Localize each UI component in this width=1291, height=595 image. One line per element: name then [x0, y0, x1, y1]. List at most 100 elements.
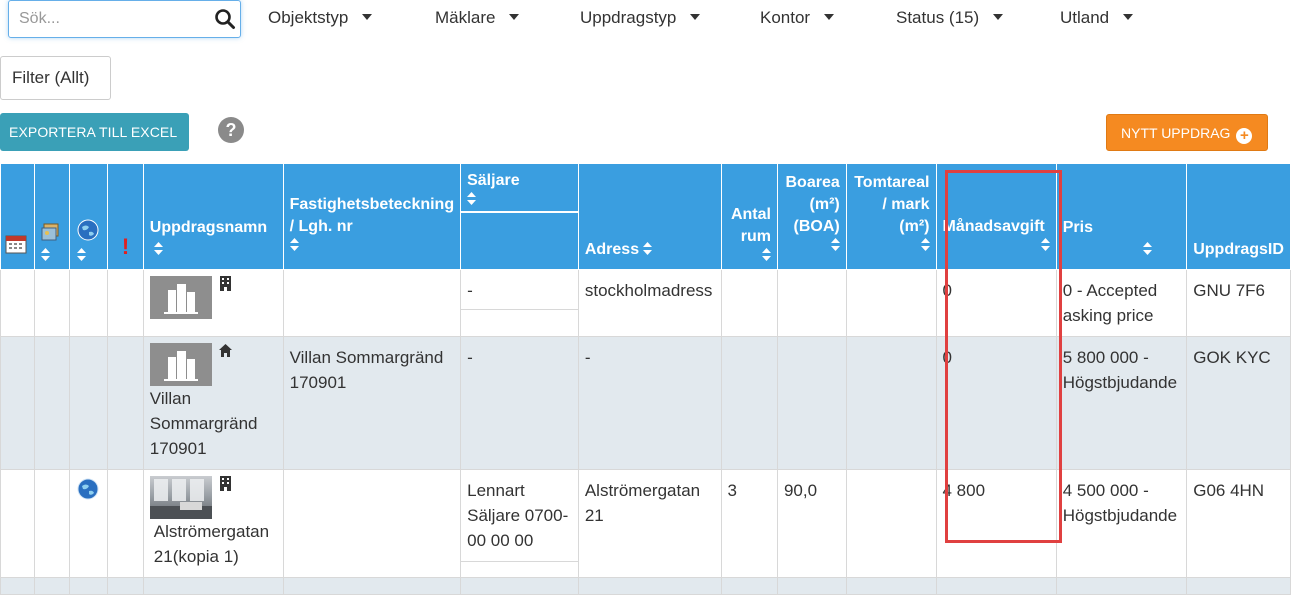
filter-label: Mäklare — [435, 8, 496, 27]
new-assignment-label: NYTT UPPDRAG — [1121, 125, 1231, 141]
cell-assignment-name[interactable] — [142, 269, 284, 337]
cell-id: GOK KYC — [1186, 336, 1291, 470]
chevron-down-icon — [824, 14, 835, 20]
cell-property — [282, 269, 462, 337]
chevron-down-icon — [509, 14, 520, 20]
globe-icon — [77, 219, 99, 241]
cell-plot-area — [845, 336, 937, 470]
col-seller[interactable]: Säljare — [460, 163, 579, 270]
new-assignment-button[interactable]: NYTT UPPDRAG + — [1106, 114, 1268, 151]
col-monthly-fee[interactable]: Månadsavgift — [935, 163, 1057, 270]
globe-icon — [77, 478, 99, 500]
col-property[interactable]: Fastighetsbeteckning / Lgh. nr — [282, 163, 462, 270]
assignments-table: ! Uppdragsnamn Fastighetsbeteckning / Lg… — [0, 163, 1291, 595]
cell-seller: Lennart Säljare 0700-00 00 00 — [460, 469, 579, 578]
calendar-icon — [5, 235, 27, 254]
seller-value: - — [461, 270, 578, 310]
seller-value: Lennart Säljare 0700-00 00 00 — [461, 470, 578, 562]
cell-seller: - — [460, 336, 579, 470]
col-calendar[interactable] — [0, 163, 35, 270]
exclamation-icon: ! — [121, 234, 130, 259]
cell-rooms: 3 — [720, 469, 778, 578]
building-thumbnail[interactable] — [149, 343, 212, 386]
filter-label: Status (15) — [896, 8, 980, 27]
filter-objektstyp[interactable]: Objektstyp — [268, 8, 373, 28]
cell-plot-area — [845, 469, 937, 578]
col-photo[interactable] — [33, 163, 71, 270]
filter-status[interactable]: Status (15) — [896, 8, 1004, 28]
svg-text:?: ? — [226, 120, 237, 140]
filter-maklare[interactable]: Mäklare — [435, 8, 520, 28]
sort-icon — [289, 238, 299, 251]
sort-icon — [153, 242, 163, 255]
cell-price: 0 - Accepted asking price — [1055, 269, 1188, 337]
sort-icon[interactable] — [40, 248, 50, 261]
cell-monthly-fee: 0 — [935, 336, 1057, 470]
cell-plot-area — [845, 269, 937, 337]
cell-property: Villan Sommargränd 170901 — [282, 336, 462, 470]
header-monthly-fee: Månadsavgift — [942, 218, 1045, 235]
cell-assignment-name[interactable]: Alströmergatan 21(kopia 1) — [142, 469, 284, 578]
cell-assignment-name[interactable]: Villan Sommargränd 170901 — [142, 336, 284, 470]
filter-utland[interactable]: Utland — [1060, 8, 1134, 28]
filter-label: Utland — [1060, 8, 1110, 27]
search-box[interactable] — [8, 0, 241, 38]
plus-circle-icon: + — [1236, 128, 1253, 144]
table-row[interactable]: Villan Sommargränd 170901 Villan Sommarg… — [0, 336, 1291, 470]
cell-property — [282, 469, 462, 578]
chevron-down-icon — [362, 14, 373, 20]
col-address[interactable]: Adress — [577, 163, 722, 270]
col-price[interactable]: Pris — [1055, 163, 1188, 270]
filter-kontor[interactable]: Kontor — [760, 8, 835, 28]
col-living-area[interactable]: Boarea (m²) (BOA) — [776, 163, 847, 270]
header-seller: Säljare — [467, 172, 520, 189]
cell-rooms — [720, 336, 778, 470]
table-row[interactable]: - stockholmadress 0 0 - Accepted asking … — [0, 269, 1291, 337]
col-globe[interactable] — [69, 163, 109, 270]
header-rooms: Antal rum — [730, 206, 771, 245]
filter-all-button[interactable]: Filter (Allt) — [0, 56, 111, 100]
cell-monthly-fee: 4 800 — [935, 469, 1057, 578]
search-icon[interactable] — [214, 8, 236, 30]
cell-id: GNU 7F6 — [1186, 269, 1291, 337]
cell-price: 5 800 000 - Högstbjudande — [1055, 336, 1188, 470]
col-plot-area[interactable]: Tomtareal / mark (m²) — [845, 163, 937, 270]
assignment-name: Alströmergatan 21(kopia 1) — [153, 522, 270, 566]
cell-price: 4 500 000 - Högstbjudande — [1055, 469, 1188, 578]
cell-living-area: 90,0 — [776, 469, 847, 578]
help-icon[interactable]: ? — [217, 116, 245, 144]
cell-seller: - — [460, 269, 579, 337]
building-thumbnail[interactable] — [149, 276, 212, 319]
building-icon — [219, 276, 231, 291]
search-input[interactable] — [19, 9, 199, 29]
col-alert[interactable]: ! — [107, 163, 144, 270]
sort-icon — [1142, 242, 1152, 255]
cell-address: - — [577, 336, 722, 470]
table-row — [0, 577, 1291, 595]
photo-icon — [41, 223, 59, 241]
sort-icon — [920, 238, 930, 251]
export-excel-button[interactable]: EXPORTERA TILL EXCEL — [0, 113, 189, 151]
header-property: Fastighetsbeteckning / Lgh. nr — [289, 196, 455, 235]
col-assignment-name[interactable]: Uppdragsnamn — [142, 163, 284, 270]
filter-label: Uppdragstyp — [580, 8, 677, 27]
cell-id: G06 4HN — [1186, 469, 1291, 578]
col-id[interactable]: UppdragsID — [1186, 163, 1291, 270]
filter-uppdragstyp[interactable]: Uppdragstyp — [580, 8, 701, 28]
header-plot-area: Tomtareal / mark (m²) — [854, 174, 930, 235]
chevron-down-icon — [690, 14, 701, 20]
header-price: Pris — [1062, 219, 1093, 236]
header-assignment-name: Uppdragsnamn — [149, 219, 268, 236]
sort-icon[interactable] — [77, 248, 87, 261]
house-icon — [218, 344, 232, 357]
cell-living-area — [776, 336, 847, 470]
assignment-name: Villan Sommargränd 170901 — [149, 389, 258, 458]
cell-living-area — [776, 269, 847, 337]
cell-address: Alströmergatan 21 — [577, 469, 722, 578]
header-address: Adress — [584, 241, 640, 258]
property-photo-thumbnail[interactable] — [149, 476, 212, 519]
table-row[interactable]: Alströmergatan 21(kopia 1) Lennart Sälja… — [0, 469, 1291, 578]
col-rooms[interactable]: Antal rum — [720, 163, 778, 270]
chevron-down-icon — [1123, 14, 1134, 20]
cell-address: stockholmadress — [577, 269, 722, 337]
